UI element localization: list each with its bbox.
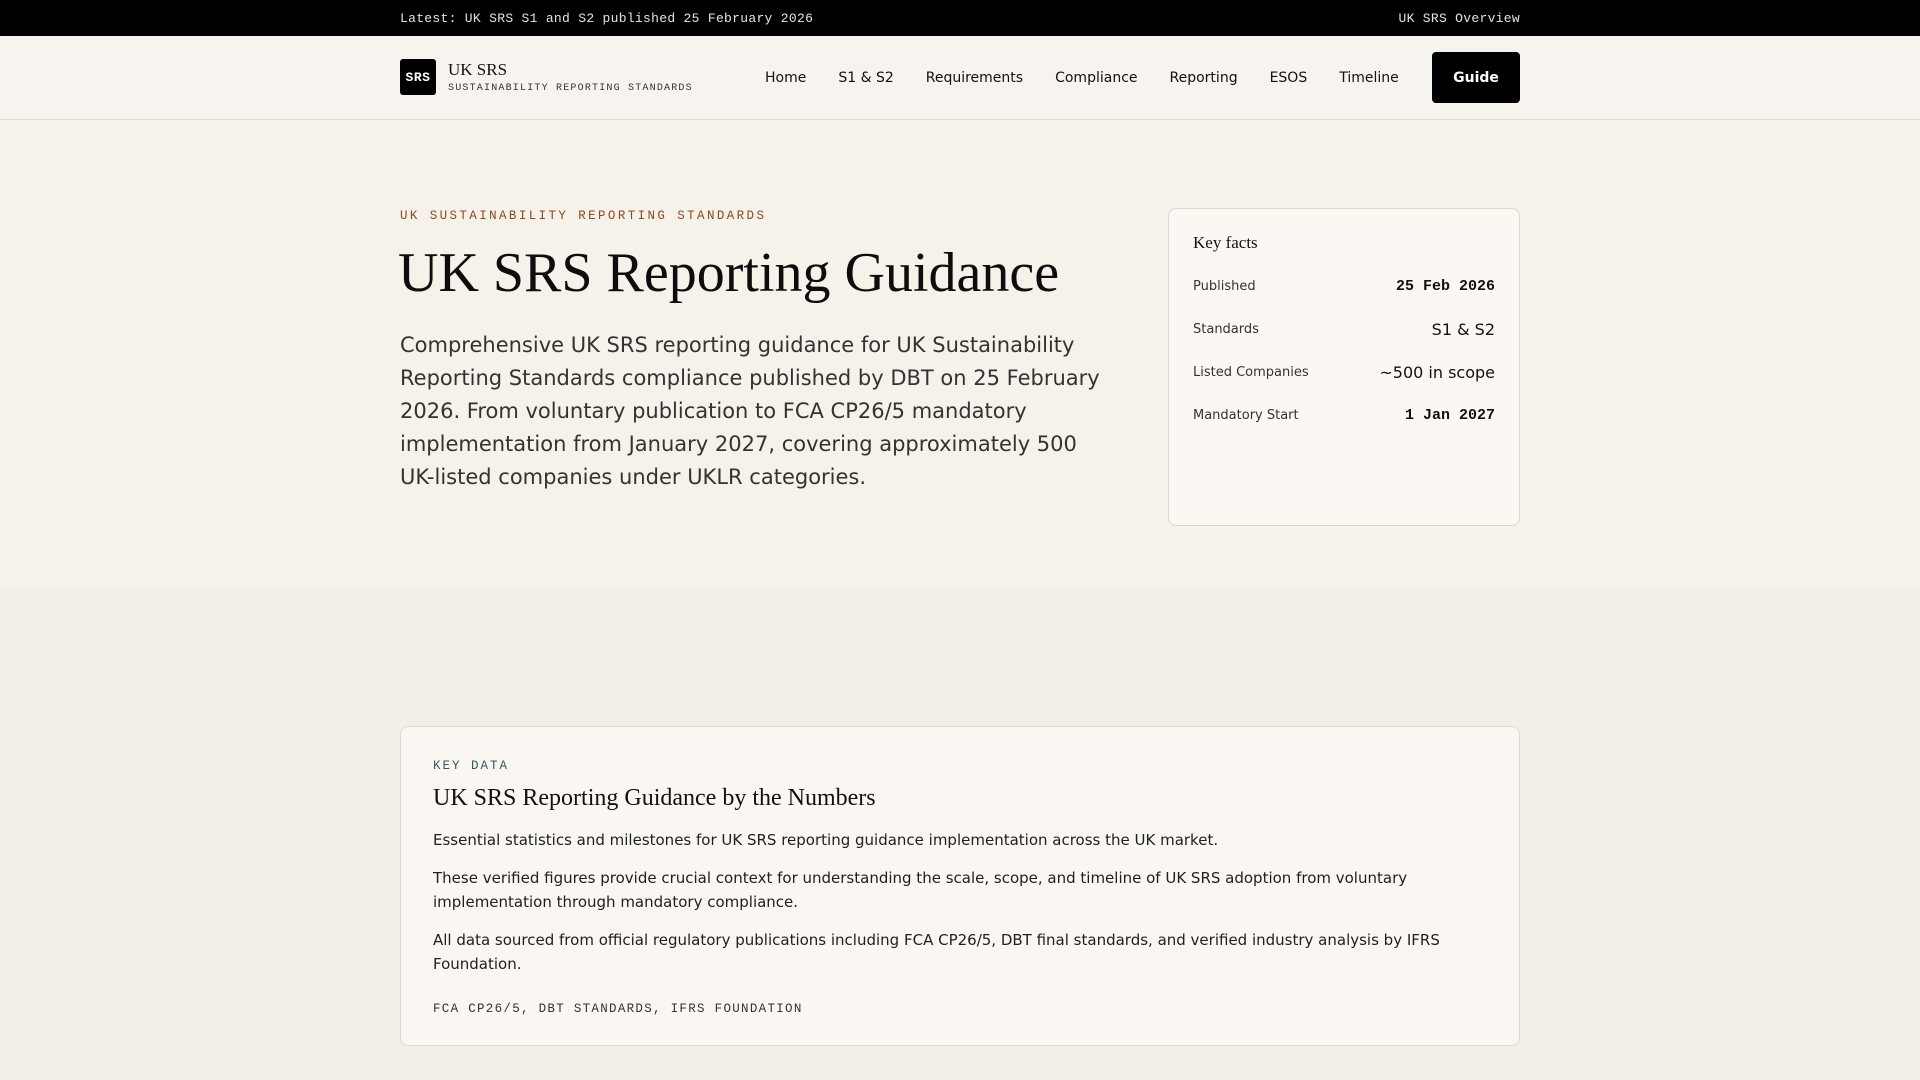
key-data-paragraph: Essential statistics and milestones for … xyxy=(433,831,1219,849)
logo-badge: SRS xyxy=(400,59,436,95)
key-facts-title: Key facts xyxy=(1193,233,1258,252)
key-data-title: UK SRS Reporting Guidance by the Numbers xyxy=(433,785,876,811)
fact-label: Published xyxy=(1193,279,1256,294)
key-data-card: KEY DATA UK SRS Reporting Guidance by th… xyxy=(400,726,1520,1046)
overview-link[interactable]: UK SRS Overview xyxy=(1398,11,1520,26)
hero-description: Comprehensive UK SRS reporting guidance … xyxy=(400,333,1100,489)
site-header: SRS UK SRS SUSTAINABILITY REPORTING STAN… xyxy=(0,36,1920,120)
nav-timeline[interactable]: Timeline xyxy=(1339,70,1399,86)
site-logo[interactable]: SRS UK SRS SUSTAINABILITY REPORTING STAN… xyxy=(400,59,693,95)
key-facts-card: Key facts Published 25 Feb 2026 Standard… xyxy=(1168,208,1520,526)
key-data-sources: FCA CP26/5, DBT STANDARDS, IFRS FOUNDATI… xyxy=(433,1002,803,1016)
fact-label: Standards xyxy=(1193,322,1259,337)
key-data-paragraph: All data sourced from official regulator… xyxy=(433,931,1440,973)
hero-kicker: UK SUSTAINABILITY REPORTING STANDARDS xyxy=(400,209,767,223)
fact-value: 1 Jan 2027 xyxy=(1404,407,1495,424)
main-nav: Home S1 & S2 Requirements Compliance Rep… xyxy=(765,36,1431,120)
fact-label: Mandatory Start xyxy=(1193,408,1299,423)
nav-requirements[interactable]: Requirements xyxy=(926,70,1023,86)
guide-button[interactable]: Guide xyxy=(1432,52,1520,103)
fact-row-listed-companies: Listed Companies ~500 in scope xyxy=(1193,351,1495,394)
announcement-text: Latest: UK SRS S1 and S2 published 25 Fe… xyxy=(400,10,814,26)
fact-value: ~500 in scope xyxy=(1379,363,1495,382)
nav-reporting[interactable]: Reporting xyxy=(1170,70,1238,86)
nav-esos[interactable]: ESOS xyxy=(1270,70,1308,86)
fact-value: S1 & S2 xyxy=(1431,320,1495,339)
nav-s1-s2[interactable]: S1 & S2 xyxy=(838,70,893,86)
logo-title: UK SRS xyxy=(448,60,508,79)
announcement-bar: Latest: UK SRS S1 and S2 published 25 Fe… xyxy=(0,0,1920,36)
logo-text: UK SRS SUSTAINABILITY REPORTING STANDARD… xyxy=(448,60,693,94)
fact-row-published: Published 25 Feb 2026 xyxy=(1193,265,1495,308)
fact-row-mandatory-start: Mandatory Start 1 Jan 2027 xyxy=(1193,394,1495,437)
fact-label: Listed Companies xyxy=(1193,365,1309,380)
fact-row-standards: Standards S1 & S2 xyxy=(1193,308,1495,351)
fact-value: 25 Feb 2026 xyxy=(1395,278,1495,295)
key-data-kicker: KEY DATA xyxy=(433,759,510,773)
logo-subtitle: SUSTAINABILITY REPORTING STANDARDS xyxy=(448,83,693,94)
key-data-paragraph: These verified figures provide crucial c… xyxy=(433,869,1408,911)
page-title: UK SRS Reporting Guidance xyxy=(398,242,1060,304)
nav-compliance[interactable]: Compliance xyxy=(1055,70,1137,86)
nav-home[interactable]: Home xyxy=(765,70,806,86)
